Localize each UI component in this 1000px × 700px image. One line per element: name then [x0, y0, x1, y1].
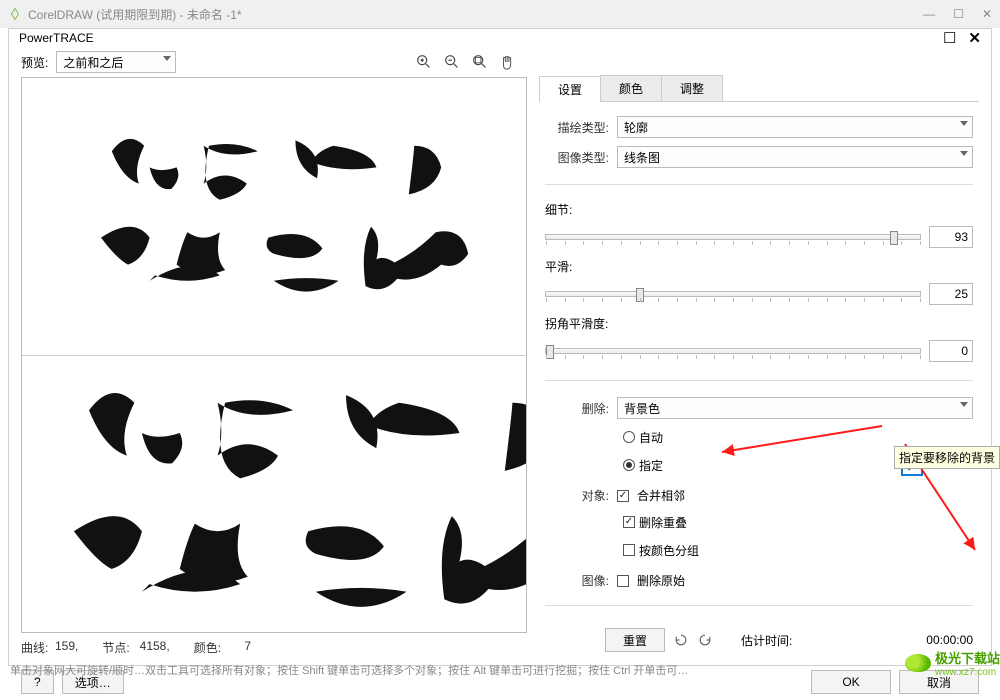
merge-adjacent-checkbox[interactable]: [617, 490, 629, 502]
corner-input[interactable]: [929, 340, 973, 362]
tab-adjust[interactable]: 调整: [661, 75, 723, 101]
nodes-value: 4158,: [136, 639, 170, 656]
status-hint: 单击对象网大可旋转/顺时…双击工具可选择所有对象；按住 Shift 键单击可选择…: [10, 662, 990, 678]
zoom-out-icon[interactable]: [443, 53, 461, 71]
smooth-input[interactable]: [929, 283, 973, 305]
zoom-in-icon[interactable]: [415, 53, 433, 71]
preview-after[interactable]: [22, 356, 526, 633]
specify-radio-label: 指定: [639, 457, 663, 474]
curves-value: 159,: [54, 639, 78, 656]
remove-overlap-label: 删除重叠: [639, 514, 687, 531]
minimize-icon[interactable]: —: [923, 7, 935, 21]
estimate-label: 估计时间:: [741, 632, 792, 649]
detail-label: 细节:: [545, 203, 572, 217]
merge-adjacent-label: 合并相邻: [637, 487, 685, 504]
estimate-value: 00:00:00: [926, 633, 973, 647]
delete-dropdown[interactable]: 背景色: [617, 397, 973, 419]
dialog-close-icon[interactable]: ✕: [968, 29, 981, 47]
close-icon[interactable]: ✕: [982, 7, 992, 21]
calligraphy-after: [22, 356, 526, 633]
undo-icon[interactable]: [673, 632, 689, 648]
remove-original-checkbox[interactable]: [617, 575, 629, 587]
powertrace-dialog: PowerTRACE ☐ ✕ 预览: 之前和之后: [8, 28, 992, 666]
group-by-color-label: 按颜色分组: [639, 542, 699, 559]
eyedropper-tooltip: 指定要移除的背景: [894, 446, 1000, 469]
auto-radio[interactable]: [623, 431, 635, 443]
objects-label: 对象:: [545, 487, 609, 504]
maximize-icon[interactable]: ☐: [953, 7, 964, 21]
redo-icon[interactable]: [697, 632, 713, 648]
tab-colors[interactable]: 颜色: [600, 75, 662, 101]
dialog-title: PowerTRACE: [19, 31, 94, 45]
specify-radio[interactable]: [623, 459, 635, 471]
pan-hand-icon[interactable]: [499, 53, 517, 71]
corner-slider[interactable]: [545, 348, 921, 354]
image-label: 图像:: [545, 572, 609, 589]
smooth-slider[interactable]: [545, 291, 921, 297]
group-by-color-checkbox[interactable]: [623, 544, 635, 556]
preview-before[interactable]: [22, 78, 526, 356]
zoom-fit-icon[interactable]: [471, 53, 489, 71]
app-title: CorelDRAW (试用期限到期) - 未命名 -1*: [28, 6, 923, 23]
colors-value: 7: [227, 639, 251, 656]
app-title-bar: CorelDRAW (试用期限到期) - 未命名 -1* — ☐ ✕: [0, 0, 1000, 28]
preview-mode-dropdown[interactable]: 之前和之后: [56, 51, 176, 73]
colors-label: 颜色:: [194, 639, 221, 656]
preview-box: [21, 77, 527, 633]
calligraphy-before: [47, 108, 501, 324]
tab-settings[interactable]: 设置: [539, 76, 601, 102]
corner-label: 拐角平滑度:: [545, 317, 608, 331]
image-type-dropdown[interactable]: 线条图: [617, 146, 973, 168]
reset-button[interactable]: 重置: [605, 628, 665, 652]
auto-radio-label: 自动: [639, 429, 663, 446]
nodes-label: 节点:: [102, 639, 129, 656]
delete-label: 删除:: [545, 400, 609, 417]
preview-label: 预览:: [21, 54, 48, 71]
remove-overlap-checkbox[interactable]: [623, 516, 635, 528]
remove-original-label: 删除原始: [637, 572, 685, 589]
curves-label: 曲线:: [21, 639, 48, 656]
trace-type-dropdown[interactable]: 轮廓: [617, 116, 973, 138]
image-type-label: 图像类型:: [545, 149, 609, 166]
app-logo-icon: [8, 7, 22, 21]
dialog-maximize-icon[interactable]: ☐: [943, 29, 956, 47]
preview-mode-value: 之前和之后: [63, 54, 123, 71]
trace-type-label: 描绘类型:: [545, 119, 609, 136]
detail-slider[interactable]: [545, 234, 921, 240]
detail-input[interactable]: [929, 226, 973, 248]
smooth-label: 平滑:: [545, 260, 572, 274]
